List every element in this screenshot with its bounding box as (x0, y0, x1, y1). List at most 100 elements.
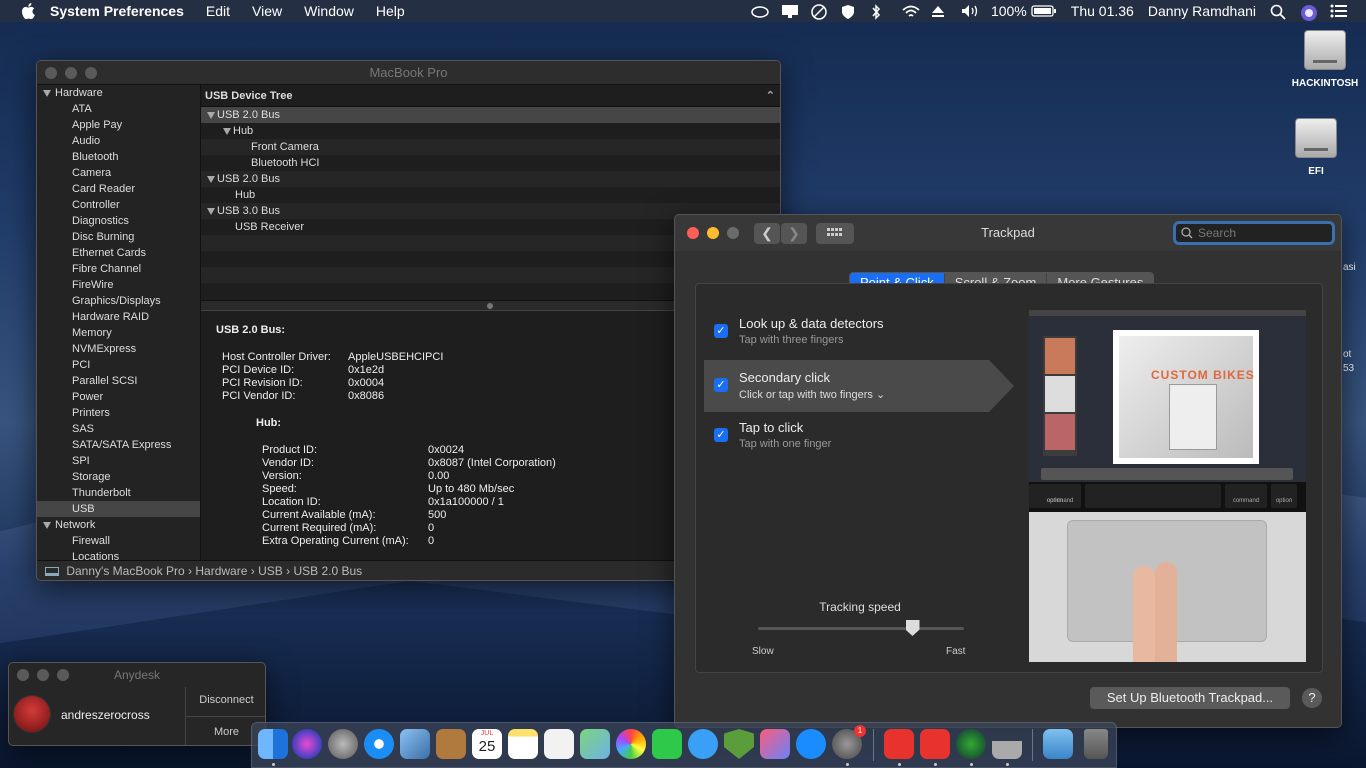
window-toolbar[interactable]: ❮ ❯ Trackpad Search (675, 215, 1341, 251)
notefile-icon[interactable] (436, 729, 466, 759)
disclosure-triangle-icon[interactable] (207, 207, 215, 215)
finder-icon[interactable] (258, 729, 288, 759)
volume-icon[interactable] (961, 4, 978, 18)
menu-window[interactable]: Window (304, 3, 354, 19)
sidebar-item-apple-pay[interactable]: Apple Pay (37, 117, 200, 133)
chevron-up-icon[interactable]: ⌃ (766, 85, 775, 107)
disclosure-triangle-icon[interactable] (43, 89, 51, 97)
facetime-icon[interactable] (652, 729, 682, 759)
sidebar-item-storage[interactable]: Storage (37, 469, 200, 485)
sidebar-item-spi[interactable]: SPI (37, 453, 200, 469)
spotlight-search-icon[interactable] (1270, 4, 1286, 20)
sidebar-item-controller[interactable]: Controller (37, 197, 200, 213)
secondary-click-dropdown[interactable]: Click or tap with two fingers ⌄ (739, 388, 885, 401)
sidebar-item-audio[interactable]: Audio (37, 133, 200, 149)
sidebar-item-card-reader[interactable]: Card Reader (37, 181, 200, 197)
sidebar-item-diagnostics[interactable]: Diagnostics (37, 213, 200, 229)
battery-icon[interactable] (1031, 4, 1057, 18)
calendar-icon[interactable]: JUL 25 (472, 729, 502, 759)
tree-row[interactable]: Hub (201, 187, 780, 203)
disclosure-triangle-icon[interactable] (43, 521, 51, 529)
notes-icon[interactable] (508, 729, 538, 759)
sidebar-item-memory[interactable]: Memory (37, 325, 200, 341)
launchpad-icon[interactable] (328, 729, 358, 759)
apple-menu-icon[interactable] (18, 3, 38, 19)
siri-icon[interactable] (1300, 4, 1317, 21)
sidebar-item-power[interactable]: Power (37, 389, 200, 405)
menu-view[interactable]: View (252, 3, 282, 19)
close-button[interactable] (45, 67, 57, 79)
music-icon[interactable] (760, 729, 790, 759)
minimize-button[interactable] (65, 67, 77, 79)
safari-icon[interactable] (364, 729, 394, 759)
option-secondary-click[interactable]: ✓ Secondary click Click or tap with two … (704, 360, 1014, 412)
clock[interactable]: Thu 01.36 (1071, 3, 1134, 19)
path-item[interactable]: Hardware (195, 564, 247, 578)
wifi-icon[interactable] (901, 4, 920, 18)
security-shield-icon[interactable] (724, 729, 754, 759)
desktop-drive-hackintosh[interactable]: HACKINTOSH (1285, 30, 1365, 89)
disconnect-button[interactable]: Disconnect (186, 687, 265, 717)
sidebar-item-sata-sata-express[interactable]: SATA/SATA Express (37, 437, 200, 453)
system-information-icon[interactable] (992, 729, 1022, 759)
tree-row[interactable]: Hub (201, 123, 780, 139)
network-utility-icon[interactable] (956, 729, 986, 759)
sidebar-item-camera[interactable]: Camera (37, 165, 200, 181)
siri-icon[interactable] (292, 729, 322, 759)
sidebar-item-nvmexpress[interactable]: NVMExpress (37, 341, 200, 357)
sidebar-item-bluetooth[interactable]: Bluetooth (37, 149, 200, 165)
window-title-bar[interactable]: MacBook Pro (37, 61, 780, 85)
photo-app-icon[interactable] (400, 729, 430, 759)
minimize-button[interactable] (37, 669, 49, 681)
tree-header[interactable]: USB Device Tree ⌃ (201, 85, 780, 107)
notification-center-icon[interactable] (1330, 4, 1347, 18)
zoom-button[interactable] (57, 669, 69, 681)
user-name[interactable]: Danny Ramdhani (1148, 3, 1256, 19)
menu-app-name[interactable]: System Preferences (50, 3, 184, 19)
option-lookup[interactable]: ✓ Look up & data detectors Tap with thre… (704, 306, 1014, 358)
creative-cloud-icon[interactable] (751, 4, 769, 18)
search-field[interactable]: Search (1173, 221, 1335, 245)
trash-icon[interactable] (1084, 729, 1108, 759)
anydesk-icon[interactable] (920, 729, 950, 759)
photos-icon[interactable] (616, 729, 646, 759)
divider-handle-icon[interactable] (487, 303, 493, 309)
sidebar-item-graphics-displays[interactable]: Graphics/Displays (37, 293, 200, 309)
shield-icon[interactable] (841, 4, 857, 19)
messages-icon[interactable] (688, 729, 718, 759)
checkbox-tap-to-click[interactable]: ✓ (714, 428, 728, 442)
downloads-folder-icon[interactable] (1043, 729, 1073, 759)
eject-icon[interactable] (931, 4, 947, 18)
setup-bluetooth-trackpad-button[interactable]: Set Up Bluetooth Trackpad... (1090, 687, 1290, 709)
system-preferences-icon[interactable]: 1 (832, 725, 866, 759)
option-tap-to-click[interactable]: ✓ Tap to click Tap with one finger (704, 410, 1014, 462)
sidebar-item-pci[interactable]: PCI (37, 357, 200, 373)
compass-icon[interactable] (811, 4, 827, 20)
sidebar-item-ata[interactable]: ATA (37, 101, 200, 117)
path-item[interactable]: USB (258, 564, 283, 578)
sidebar-item-firewire[interactable]: FireWire (37, 277, 200, 293)
bluetooth-icon[interactable] (871, 4, 887, 20)
menu-help[interactable]: Help (376, 3, 405, 19)
disclosure-triangle-icon[interactable] (223, 127, 231, 135)
help-button[interactable]: ? (1302, 688, 1322, 708)
sidebar-item-fibre-channel[interactable]: Fibre Channel (37, 261, 200, 277)
anydesk-icon[interactable] (884, 729, 914, 759)
sidebar-item-ethernet-cards[interactable]: Ethernet Cards (37, 245, 200, 261)
battery-percent[interactable]: 100% (991, 3, 1027, 19)
disclosure-triangle-icon[interactable] (207, 111, 215, 119)
reminders-icon[interactable] (544, 729, 574, 759)
sidebar-item-firewall[interactable]: Firewall (37, 533, 200, 549)
desktop-drive-efi[interactable]: EFI (1276, 118, 1356, 177)
tree-row[interactable]: Front Camera (201, 139, 780, 155)
sidebar-section-hardware[interactable]: Hardware (37, 85, 200, 101)
checkbox-lookup[interactable]: ✓ (714, 324, 728, 338)
zoom-button[interactable] (85, 67, 97, 79)
maps-icon[interactable] (580, 729, 610, 759)
sidebar-item-parallel-scsi[interactable]: Parallel SCSI (37, 373, 200, 389)
sidebar-item-usb[interactable]: USB (37, 501, 200, 517)
slider-thumb[interactable] (905, 620, 920, 636)
sidebar-item-locations[interactable]: Locations (37, 549, 200, 560)
menu-edit[interactable]: Edit (206, 3, 230, 19)
tree-row[interactable]: Bluetooth HCI (201, 155, 780, 171)
